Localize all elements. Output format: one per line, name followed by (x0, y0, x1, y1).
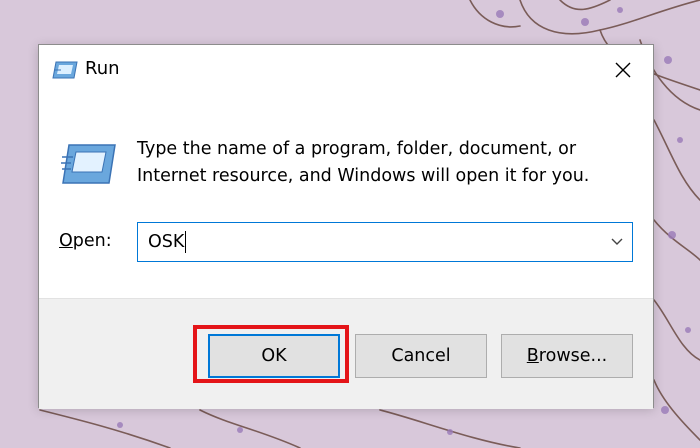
browse-label-text: rowse... (538, 346, 608, 366)
browse-accel-key: B (526, 346, 539, 366)
browse-button[interactable]: Browse... (501, 334, 633, 378)
run-icon (61, 144, 116, 184)
open-combobox[interactable]: OSK (137, 222, 633, 262)
open-label-text: pen: (72, 231, 112, 251)
title-bar: Run (39, 45, 653, 95)
run-icon (52, 61, 78, 79)
chevron-down-icon (611, 238, 623, 245)
open-accel-key: O (59, 231, 73, 251)
close-button[interactable] (593, 45, 653, 95)
ok-highlight-box (193, 325, 349, 383)
open-input[interactable]: OSK (148, 231, 187, 253)
window-title: Run (85, 58, 120, 79)
run-description: Type the name of a program, folder, docu… (137, 139, 590, 186)
dropdown-button[interactable] (608, 233, 626, 251)
cancel-button[interactable]: Cancel (355, 334, 487, 378)
open-label: Open: (59, 231, 112, 251)
close-icon (615, 62, 631, 78)
